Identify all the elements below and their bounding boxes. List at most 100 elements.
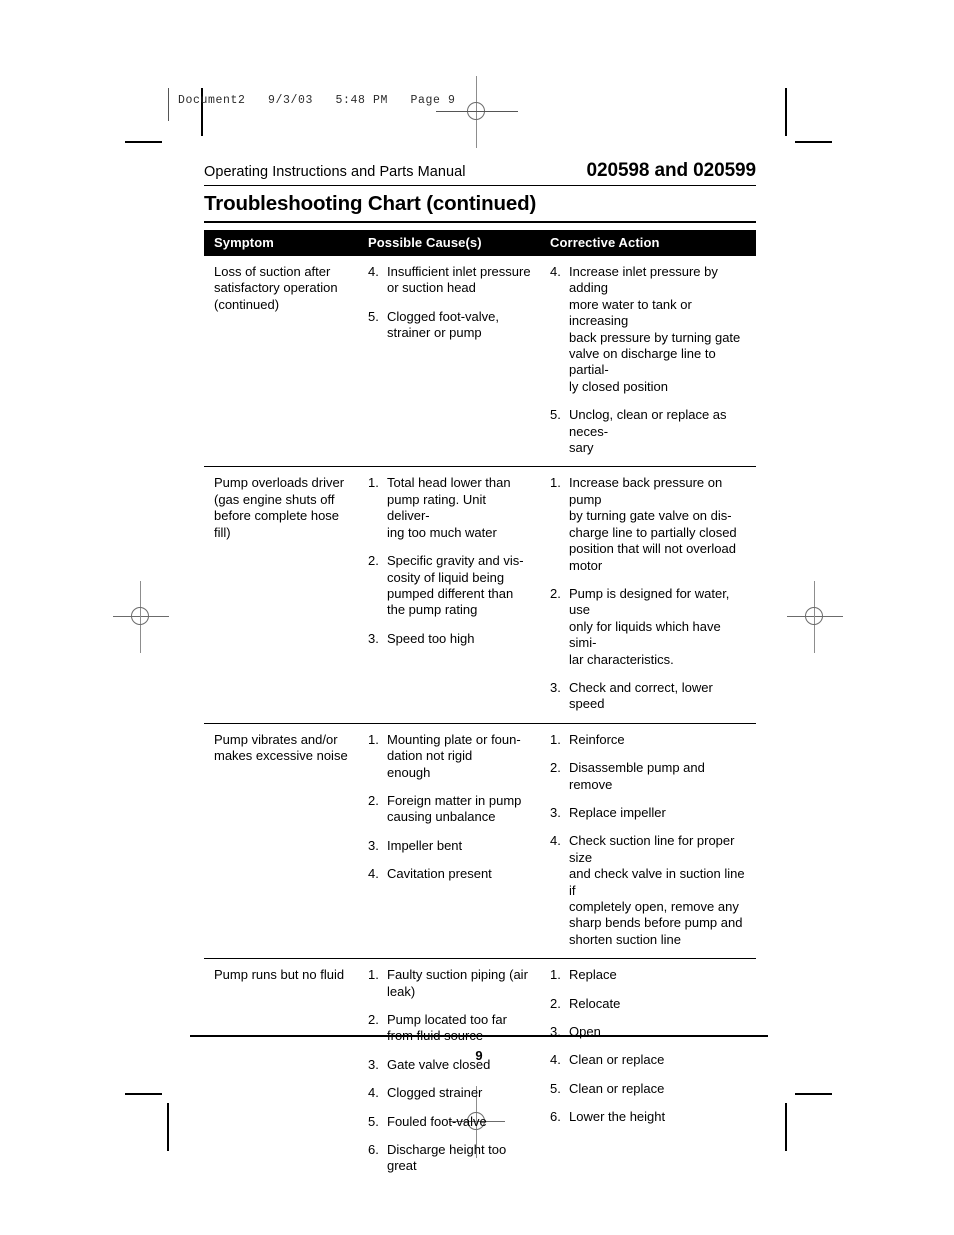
possible-causes-list: 1. Faulty suction piping (air leak) 2. Pump… <box>368 967 532 1175</box>
list-item-text: Clogged foot-valve, strainer or pump <box>387 308 500 341</box>
list-item-number: 6. <box>550 1109 561 1125</box>
crop-mark-top-left-horizontal <box>125 141 162 143</box>
list-item: 1. Faulty suction piping (air leak) <box>368 967 532 1000</box>
list-item-number: 1. <box>550 731 561 747</box>
list-item-number: 5. <box>368 308 379 324</box>
corrective-actions-list: 1. Increase back pressure on pump by turn… <box>550 475 748 712</box>
list-item-number: 3. <box>368 630 379 646</box>
list-item: 4. Clogged strainer <box>368 1085 532 1101</box>
list-item-number: 3. <box>550 679 561 695</box>
cell-corrective-actions: 1. Increase back pressure on pump by turn… <box>540 466 756 724</box>
table-header-row: Symptom Possible Cause(s) Corrective Act… <box>204 230 756 256</box>
list-item-text: Replace <box>569 967 617 983</box>
list-item-text: Impeller bent <box>387 837 463 853</box>
document-header: Operating Instructions and Parts Manual … <box>204 160 756 185</box>
manual-subtitle: Operating Instructions and Parts Manual <box>204 164 466 180</box>
list-item: 3. Impeller bent <box>368 838 532 854</box>
list-item-number: 4. <box>368 866 379 882</box>
column-header-possible-causes: Possible Cause(s) <box>358 230 540 256</box>
list-item: 3. Speed too high <box>368 631 532 647</box>
list-item-text: Clean or replace <box>569 1080 665 1096</box>
corrective-actions-list: 1. Reinforce 2. Disassemble pump and remove… <box>550 732 748 948</box>
list-item-number: 5. <box>550 407 561 423</box>
table-header: Symptom Possible Cause(s) Corrective Act… <box>204 230 756 256</box>
list-item-number: 5. <box>368 1113 379 1129</box>
list-item-number: 3. <box>368 837 379 853</box>
cell-symptom: Loss of suction after satisfactory opera… <box>204 256 358 468</box>
list-item-text: Increase inlet pressure by adding more w… <box>569 264 741 394</box>
footer-divider-rule <box>190 1035 768 1037</box>
list-item-number: 1. <box>368 731 379 747</box>
list-item: 3. Replace impeller <box>550 805 748 821</box>
list-item-number: 5. <box>550 1080 561 1096</box>
crop-mark-top-right-vertical <box>785 88 787 136</box>
list-item: 5. Clogged foot-valve, strainer or pump <box>368 309 532 342</box>
list-item-text: Specific gravity and vis- cosity of liqu… <box>387 553 524 618</box>
list-item: 2. Foreign matter in pump causing unbalan… <box>368 793 532 826</box>
cell-corrective-actions: 1. Replace 2. Relocate 3. Open 4. Clean or repl… <box>540 959 756 1185</box>
registration-mark-right-middle <box>787 581 843 653</box>
list-item-text: Pump is designed for water, use only for… <box>569 585 730 667</box>
list-item: 2. Disassemble pump and remove <box>550 760 748 793</box>
list-item-text: Total head lower than pump rating. Unit … <box>387 475 511 540</box>
list-item: 4. Insufficient inlet pressure or suction… <box>368 264 532 297</box>
cell-symptom: Pump vibrates and/or makes excessive noi… <box>204 723 358 960</box>
table-row: Loss of suction after satisfactory opera… <box>204 256 756 468</box>
table-row: Pump vibrates and/or makes excessive noi… <box>204 723 756 960</box>
cell-possible-causes: 1. Total head lower than pump rating. Uni… <box>358 466 540 724</box>
crop-mark-bottom-left-vertical <box>167 1103 169 1151</box>
slug-left-rule <box>168 88 169 121</box>
list-item-text: Relocate <box>569 995 621 1011</box>
list-item: 1. Reinforce <box>550 732 748 748</box>
model-numbers: 020598 and 020599 <box>586 160 757 181</box>
list-item-text: Speed too high <box>387 630 475 646</box>
list-item: 2. Relocate <box>550 996 748 1012</box>
list-item-number: 4. <box>368 1085 379 1101</box>
table-row: Pump overloads driver (gas engine shuts … <box>204 466 756 724</box>
cell-corrective-actions: 4. Increase inlet pressure by adding more… <box>540 256 756 468</box>
header-divider-rule <box>204 185 756 186</box>
registration-circle <box>131 607 149 625</box>
list-item-text: Clogged strainer <box>387 1085 483 1101</box>
print-slug-text: Document2 9/3/03 5:48 PM Page 9 <box>178 94 456 107</box>
page-content: Operating Instructions and Parts Manual … <box>204 160 756 1185</box>
crop-mark-bottom-right-horizontal <box>795 1093 832 1095</box>
list-item: 5. Unclog, clean or replace as neces- sar… <box>550 407 748 456</box>
list-item-number: 2. <box>550 760 561 776</box>
page-number: 9 <box>475 1048 483 1063</box>
list-item: 5. Fouled foot-valve <box>368 1114 532 1130</box>
column-header-symptom: Symptom <box>204 230 358 256</box>
list-item: 2. Specific gravity and vis- cosity of li… <box>368 553 532 619</box>
list-item-number: 2. <box>368 792 379 808</box>
list-item-number: 2. <box>550 585 561 601</box>
symptom-text: Pump overloads driver (gas engine shuts … <box>214 475 345 540</box>
symptom-text: Pump vibrates and/or makes excessive noi… <box>214 731 348 764</box>
list-item-number: 4. <box>550 833 561 849</box>
symptom-text: Pump runs but no fluid <box>214 967 345 983</box>
list-item-text: Insufficient inlet pressure or suction h… <box>387 264 531 296</box>
list-item-number: 3. <box>550 804 561 820</box>
possible-causes-list: 1. Mounting plate or foun- dation not rig… <box>368 732 532 883</box>
cell-possible-causes: 1. Faulty suction piping (air leak) 2. Pump… <box>358 959 540 1185</box>
list-item-text: Disassemble pump and remove <box>569 760 705 792</box>
list-item-text: Faulty suction piping (air leak) <box>387 967 528 999</box>
registration-mark-top-center <box>449 76 505 148</box>
list-item-text: Increase back pressure on pump by turnin… <box>569 475 737 573</box>
list-item-text: Check suction line for proper size and c… <box>569 833 745 947</box>
list-item-text: Unclog, clean or replace as neces- sary <box>569 407 727 456</box>
cell-possible-causes: 4. Insufficient inlet pressure or suction… <box>358 256 540 468</box>
registration-circle <box>805 607 823 625</box>
list-item-text: Mounting plate or foun- dation not rigid… <box>387 731 521 780</box>
cell-corrective-actions: 1. Reinforce 2. Disassemble pump and remove… <box>540 723 756 960</box>
list-item-number: 2. <box>550 995 561 1011</box>
list-item: 2. Pump is designed for water, use only f… <box>550 586 748 668</box>
crop-mark-top-right-horizontal <box>795 141 832 143</box>
crop-mark-bottom-right-vertical <box>785 1103 787 1151</box>
column-header-corrective-action: Corrective Action <box>540 230 756 256</box>
possible-causes-list: 4. Insufficient inlet pressure or suction… <box>368 264 532 342</box>
list-item: 4. Check suction line for proper size and… <box>550 833 748 948</box>
list-item: 3. Check and correct, lower speed <box>550 680 748 713</box>
possible-causes-list: 1. Total head lower than pump rating. Uni… <box>368 475 532 647</box>
list-item: 1. Replace <box>550 967 748 983</box>
list-item-text: Cavitation present <box>387 866 492 882</box>
